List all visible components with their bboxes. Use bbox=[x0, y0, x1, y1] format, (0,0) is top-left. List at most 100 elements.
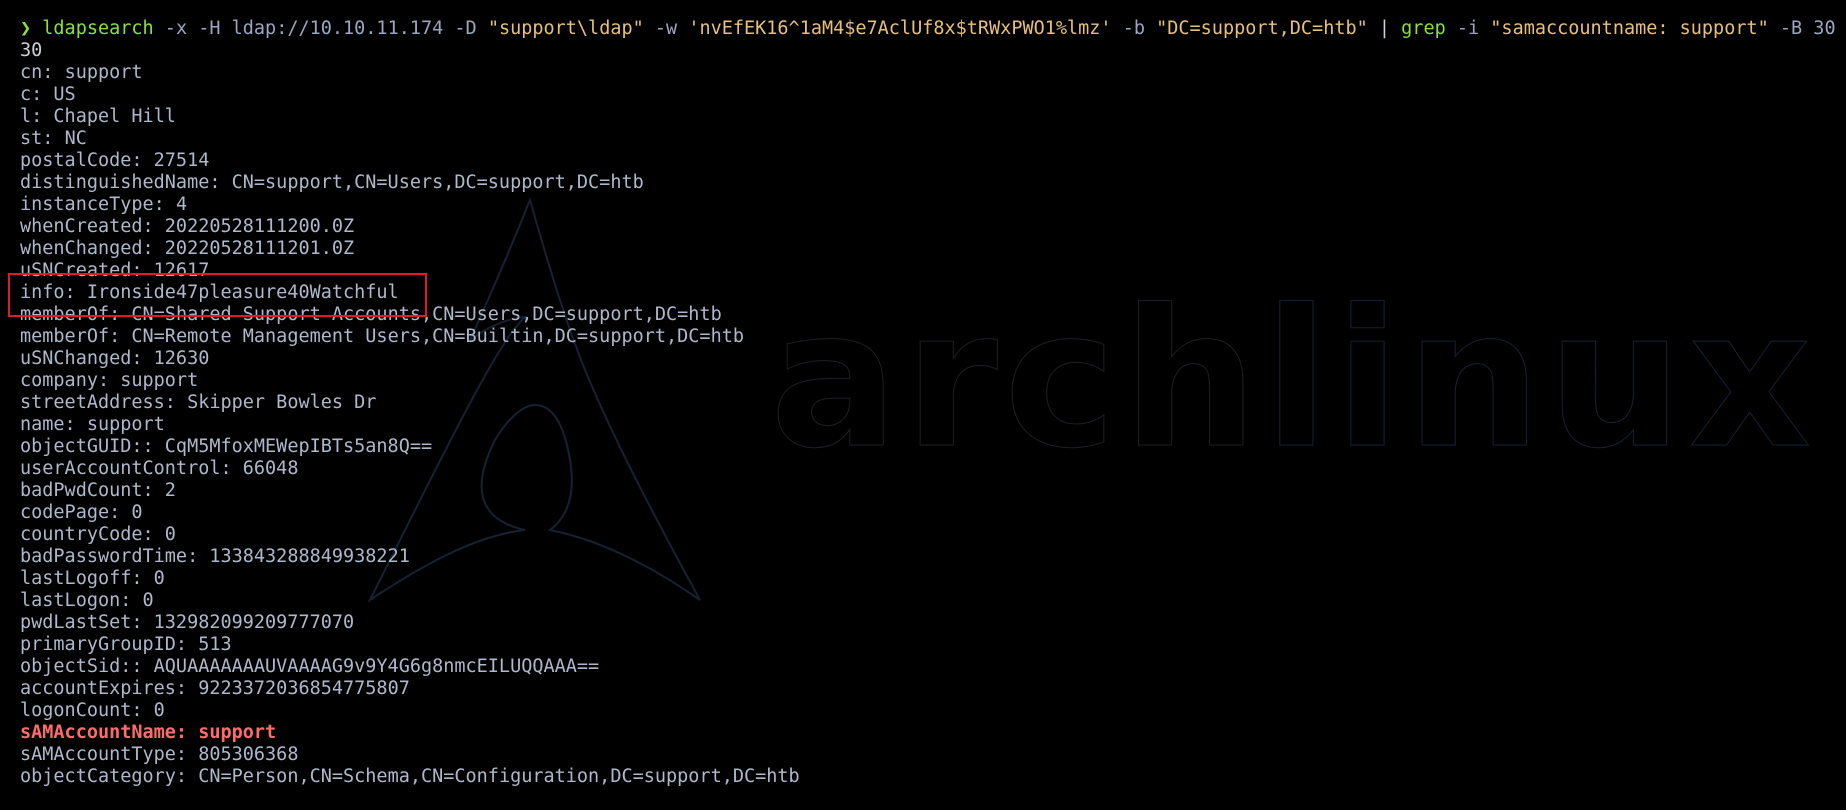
ldap-attribute-name: countryCode: bbox=[20, 524, 165, 545]
ldap-attribute-name: lastLogon: bbox=[20, 590, 143, 611]
command-continuation: 30 bbox=[20, 40, 43, 61]
ldap-attribute-name: sAMAccountName: bbox=[20, 722, 199, 743]
ldap-attribute-name: streetAddress: bbox=[20, 392, 188, 413]
terminal-window[interactable]: archlinux ❯ ldapsearch -x -H ldap://10.1… bbox=[0, 0, 1846, 810]
ldap-attribute-value: 805306368 bbox=[198, 744, 299, 765]
ldap-entry-line: objectCategory: CN=Person,CN=Schema,CN=C… bbox=[20, 766, 1840, 788]
ldap-attribute-name: whenCreated: bbox=[20, 216, 165, 237]
terminal-output: ❯ ldapsearch -x -H ldap://10.10.11.174 -… bbox=[20, 18, 1840, 788]
ldap-entry-line: countryCode: 0 bbox=[20, 524, 1840, 546]
ldap-attribute-value: CN=Remote Management Users,CN=Builtin,DC… bbox=[131, 326, 744, 347]
ldap-entry-line: l: Chapel Hill bbox=[20, 106, 1840, 128]
command-password: 'nvEfEK16^1aM4$e7AclUf8x$tRWxPWO1%lmz' bbox=[688, 18, 1112, 39]
ldap-entry-line: userAccountControl: 66048 bbox=[20, 458, 1840, 480]
command-args: -w bbox=[643, 18, 689, 39]
ldap-entry-line: whenCreated: 20220528111200.0Z bbox=[20, 216, 1840, 238]
command-line: ❯ ldapsearch -x -H ldap://10.10.11.174 -… bbox=[20, 18, 1840, 40]
ldap-attribute-name: objectCategory: bbox=[20, 766, 199, 787]
ldap-attribute-name: userAccountControl: bbox=[20, 458, 243, 479]
ldap-entry-line: badPasswordTime: 133843288849938221 bbox=[20, 546, 1840, 568]
ldap-attribute-name: lastLogoff: bbox=[20, 568, 154, 589]
ldap-attribute-value: CqM5MfoxMEWepIBTs5an8Q== bbox=[164, 436, 433, 457]
ldap-attribute-name: memberOf: bbox=[20, 326, 132, 347]
ldap-attribute-name: pwdLastSet: bbox=[20, 612, 154, 633]
command-args: -b bbox=[1111, 18, 1157, 39]
command-args: -i bbox=[1445, 18, 1491, 39]
prompt-icon: ❯ bbox=[20, 18, 32, 39]
ldap-attribute-name: accountExpires: bbox=[20, 678, 199, 699]
command-pipe: | bbox=[1367, 18, 1402, 39]
command-args: -x -H ldap://10.10.11.174 -D bbox=[153, 18, 488, 39]
ldap-attribute-value: 20220528111201.0Z bbox=[164, 238, 355, 259]
ldap-attribute-value: 66048 bbox=[242, 458, 299, 479]
ldap-attribute-value: NC bbox=[64, 128, 87, 149]
ldap-attribute-name: st: bbox=[20, 128, 65, 149]
ldap-attribute-value: 0 bbox=[153, 568, 165, 589]
ldap-entry-line: sAMAccountType: 805306368 bbox=[20, 744, 1840, 766]
ldap-entry-line: logonCount: 0 bbox=[20, 700, 1840, 722]
ldap-attribute-value: 0 bbox=[164, 524, 176, 545]
ldap-entry-line: pwdLastSet: 132982099209777070 bbox=[20, 612, 1840, 634]
ldap-attribute-name: primaryGroupID: bbox=[20, 634, 199, 655]
ldap-entry-line: company: support bbox=[20, 370, 1840, 392]
ldap-attribute-name: instanceType: bbox=[20, 194, 176, 215]
ldap-attribute-value: 9223372036854775807 bbox=[198, 678, 410, 699]
ldap-attribute-value: support bbox=[120, 370, 199, 391]
ldap-entry-line: sAMAccountName: support bbox=[20, 722, 1840, 744]
ldap-attribute-name: objectGUID:: bbox=[20, 436, 165, 457]
ldap-attribute-value: support bbox=[64, 62, 143, 83]
ldap-entry-line: uSNChanged: 12630 bbox=[20, 348, 1840, 370]
ldap-entry-line: memberOf: CN=Remote Management Users,CN=… bbox=[20, 326, 1840, 348]
ldap-entry-line: instanceType: 4 bbox=[20, 194, 1840, 216]
ldap-attribute-value: support bbox=[86, 414, 165, 435]
ldap-attribute-value: 12630 bbox=[153, 348, 210, 369]
ldap-attribute-name: l: bbox=[20, 106, 54, 127]
ldap-entry-line: st: NC bbox=[20, 128, 1840, 150]
command-base-dn: "DC=support,DC=htb" bbox=[1156, 18, 1368, 39]
ldap-attribute-name: company: bbox=[20, 370, 121, 391]
ldap-attribute-name: objectSid:: bbox=[20, 656, 154, 677]
ldap-attribute-name: name: bbox=[20, 414, 87, 435]
ldap-attribute-value: 0 bbox=[142, 590, 154, 611]
ldap-entry-line: objectGUID:: CqM5MfoxMEWepIBTs5an8Q== bbox=[20, 436, 1840, 458]
ldap-attribute-value: 513 bbox=[198, 634, 232, 655]
ldap-attribute-value: 4 bbox=[175, 194, 188, 215]
ldap-attribute-value: US bbox=[53, 84, 76, 105]
ldap-attribute-value: support bbox=[198, 722, 277, 743]
ldap-attribute-name: uSNChanged: bbox=[20, 348, 154, 369]
ldap-attribute-name: postalCode: bbox=[20, 150, 154, 171]
ldap-attribute-name: badPwdCount: bbox=[20, 480, 165, 501]
ldap-attribute-value: 0 bbox=[131, 502, 143, 523]
ldap-attribute-value: CN=support,CN=Users,DC=support,DC=htb bbox=[231, 172, 644, 193]
ldap-entry-line: codePage: 0 bbox=[20, 502, 1840, 524]
command-grep-pattern: "samaccountname: support" bbox=[1490, 18, 1769, 39]
ldap-entry-line: streetAddress: Skipper Bowles Dr bbox=[20, 392, 1840, 414]
ldap-attribute-name: sAMAccountType: bbox=[20, 744, 199, 765]
ldap-attribute-name: codePage: bbox=[20, 502, 132, 523]
ldap-entry-line: primaryGroupID: 513 bbox=[20, 634, 1840, 656]
ldap-entry-line: name: support bbox=[20, 414, 1840, 436]
ldap-attribute-value: 27514 bbox=[153, 150, 210, 171]
ldap-entry-line: c: US bbox=[20, 84, 1840, 106]
ldap-attribute-value: Skipper Bowles Dr bbox=[187, 392, 377, 413]
ldap-attribute-name: badPasswordTime: bbox=[20, 546, 210, 567]
annotation-highlight-box bbox=[8, 273, 427, 317]
ldap-entry-line: badPwdCount: 2 bbox=[20, 480, 1840, 502]
ldap-entry-line: lastLogon: 0 bbox=[20, 590, 1840, 612]
ldap-attribute-value: 2 bbox=[164, 480, 176, 501]
ldap-attribute-name: logonCount: bbox=[20, 700, 154, 721]
ldap-attribute-value: 132982099209777070 bbox=[153, 612, 355, 633]
ldap-attribute-value: 0 bbox=[153, 700, 165, 721]
ldap-attribute-name: c: bbox=[20, 84, 54, 105]
ldap-entry-line: lastLogoff: 0 bbox=[20, 568, 1840, 590]
ldap-entry-list: cn: support c: US l: Chapel Hill st: NC post… bbox=[20, 62, 1840, 788]
ldap-attribute-value: AQUAAAAAAAUVAAAAG9v9Y4G6g8nmcEILUQQAAA== bbox=[153, 656, 600, 677]
ldap-attribute-value: Chapel Hill bbox=[53, 106, 176, 127]
ldap-attribute-value: 20220528111200.0Z bbox=[164, 216, 355, 237]
ldap-attribute-value: CN=Person,CN=Schema,CN=Configuration,DC=… bbox=[198, 766, 800, 787]
ldap-attribute-name: whenChanged: bbox=[20, 238, 165, 259]
ldap-entry-line: postalCode: 27514 bbox=[20, 150, 1840, 172]
ldap-entry-line: cn: support bbox=[20, 62, 1840, 84]
command-grep: grep bbox=[1401, 18, 1446, 39]
ldap-attribute-name: cn: bbox=[20, 62, 65, 83]
